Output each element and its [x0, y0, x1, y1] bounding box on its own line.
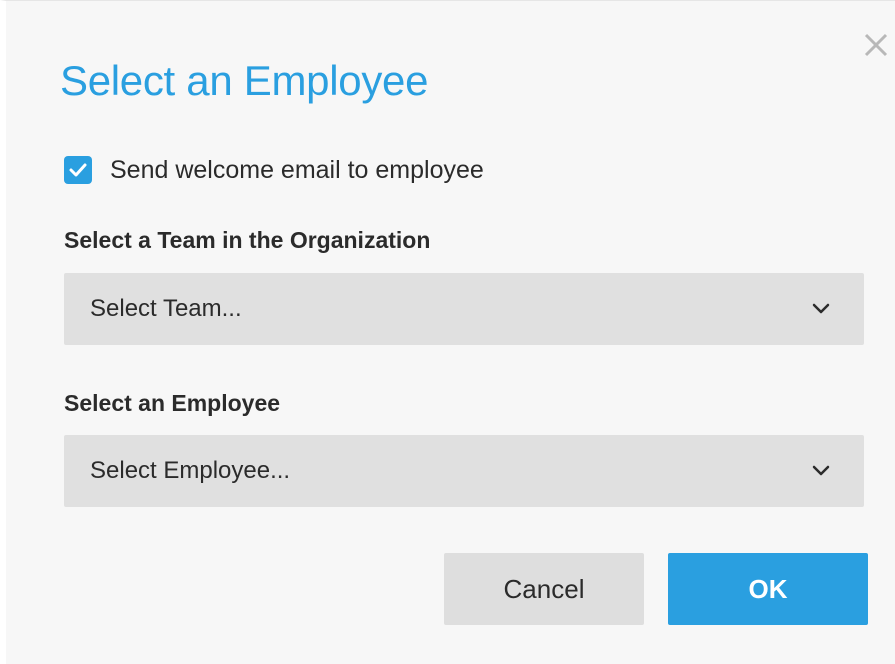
close-icon: [864, 33, 888, 57]
welcome-email-option[interactable]: Send welcome email to employee: [64, 151, 484, 189]
chevron-down-icon: [812, 465, 830, 476]
employee-select[interactable]: Select Employee...: [64, 435, 864, 507]
close-button[interactable]: [862, 31, 895, 67]
team-field-label: Select a Team in the Organization: [64, 227, 431, 253]
chevron-down-icon: [812, 303, 830, 314]
checkmark-icon: [69, 163, 87, 177]
select-employee-dialog: Select an Employee Send welcome email to…: [0, 0, 895, 664]
employee-field-label: Select an Employee: [64, 390, 281, 416]
welcome-email-checkbox[interactable]: [64, 156, 92, 184]
welcome-email-label: Send welcome email to employee: [110, 155, 484, 184]
team-select-value: Select Team...: [90, 295, 242, 322]
employee-select-value: Select Employee...: [90, 457, 291, 484]
dialog-title: Select an Employee: [60, 57, 429, 104]
ok-button[interactable]: OK: [668, 553, 868, 625]
team-select[interactable]: Select Team...: [64, 273, 864, 345]
cancel-button[interactable]: Cancel: [444, 553, 644, 625]
